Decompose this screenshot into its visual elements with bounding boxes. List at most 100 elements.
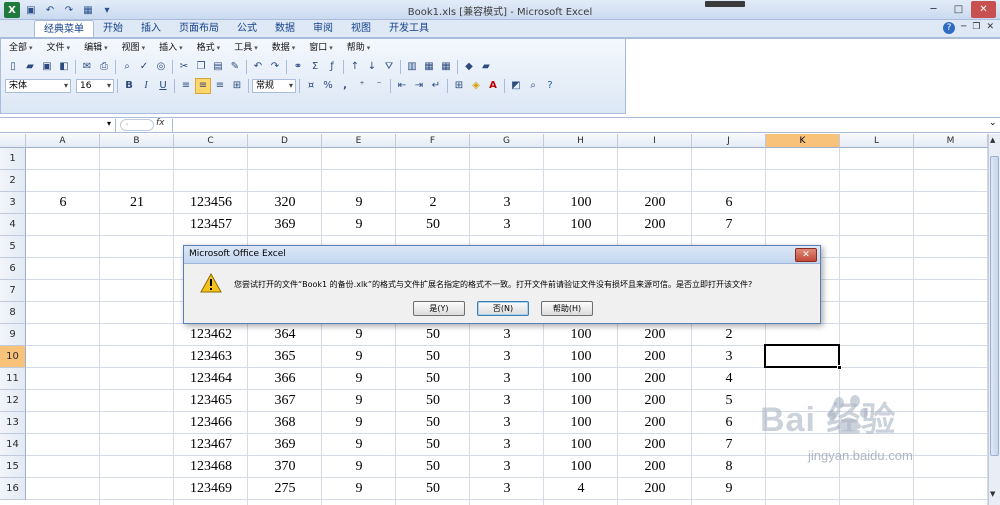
cell-g4[interactable]: 3 xyxy=(470,214,544,236)
row-header-4[interactable]: 4 xyxy=(0,214,26,236)
fill-handle[interactable] xyxy=(837,365,842,370)
cell-e10[interactable]: 9 xyxy=(322,346,396,368)
minimize-workbook-icon[interactable]: ─ xyxy=(961,22,966,34)
cell-f13[interactable]: 50 xyxy=(396,412,470,434)
cell-f9[interactable]: 50 xyxy=(396,324,470,346)
cell-f15[interactable]: 50 xyxy=(396,456,470,478)
chart-icon[interactable]: ▥ xyxy=(404,59,420,75)
row-header-1[interactable]: 1 xyxy=(0,148,26,170)
autosum-icon[interactable]: Σ xyxy=(307,59,323,75)
cell-i11[interactable]: 200 xyxy=(618,368,692,390)
cell-e16[interactable]: 9 xyxy=(322,478,396,500)
row-header-15[interactable]: 15 xyxy=(0,456,26,478)
cell-h11[interactable]: 100 xyxy=(544,368,618,390)
tab-developer[interactable]: 开发工具 xyxy=(380,20,438,37)
column-header-d[interactable]: D xyxy=(248,134,322,148)
customize-qat-icon[interactable]: ▾ xyxy=(99,2,115,18)
chevron-down-icon[interactable]: ▾ xyxy=(107,119,111,128)
cell-j9[interactable]: 2 xyxy=(692,324,766,346)
cell-h12[interactable]: 100 xyxy=(544,390,618,412)
menu-file[interactable]: 文件 ▾ xyxy=(43,42,75,55)
menu-edit[interactable]: 编辑 ▾ xyxy=(80,42,112,55)
row-header-2[interactable]: 2 xyxy=(0,170,26,192)
copy-icon[interactable]: ❐ xyxy=(193,59,209,75)
cell-f3[interactable]: 2 xyxy=(396,192,470,214)
spelling-icon[interactable]: ✓ xyxy=(136,59,152,75)
formula-bar-toggle[interactable]: ◦ xyxy=(120,119,154,131)
scroll-up-icon[interactable]: ▲ xyxy=(990,136,995,144)
cell-e9[interactable]: 9 xyxy=(322,324,396,346)
cell-c4[interactable]: 123457 xyxy=(174,214,248,236)
cell-d4[interactable]: 369 xyxy=(248,214,322,236)
cell-e4[interactable]: 9 xyxy=(322,214,396,236)
column-header-b[interactable]: B xyxy=(100,134,174,148)
align-left-icon[interactable]: ≡ xyxy=(178,78,194,94)
cell-h13[interactable]: 100 xyxy=(544,412,618,434)
minimize-icon[interactable]: ─ xyxy=(921,1,946,18)
cell-j12[interactable]: 5 xyxy=(692,390,766,412)
filter-icon[interactable]: ⛛ xyxy=(381,59,397,75)
vertical-scrollbar-thumb[interactable] xyxy=(990,156,999,456)
cell-c13[interactable]: 123466 xyxy=(174,412,248,434)
function-icon[interactable]: ƒ xyxy=(324,59,340,75)
row-header-13[interactable]: 13 xyxy=(0,412,26,434)
cell-i9[interactable]: 200 xyxy=(618,324,692,346)
cell-c3[interactable]: 123456 xyxy=(174,192,248,214)
undo-icon[interactable]: ↶ xyxy=(42,2,58,18)
font-name-select[interactable]: 宋体 xyxy=(5,78,71,93)
cell-h16[interactable]: 4 xyxy=(544,478,618,500)
column-header-e[interactable]: E xyxy=(322,134,396,148)
cell-h15[interactable]: 100 xyxy=(544,456,618,478)
research-icon[interactable]: ◎ xyxy=(153,59,169,75)
help-circle-icon[interactable]: ? xyxy=(542,78,558,94)
formula-input[interactable] xyxy=(172,119,986,132)
cell-f14[interactable]: 50 xyxy=(396,434,470,456)
cell-g15[interactable]: 3 xyxy=(470,456,544,478)
tab-page-layout[interactable]: 页面布局 xyxy=(170,20,228,37)
save-icon[interactable]: ▣ xyxy=(39,59,55,75)
email-icon[interactable]: ✉ xyxy=(79,59,95,75)
cell-f16[interactable]: 50 xyxy=(396,478,470,500)
cell-j4[interactable]: 7 xyxy=(692,214,766,236)
scroll-down-icon[interactable]: ▼ xyxy=(990,490,995,498)
menu-view[interactable]: 视图 ▾ xyxy=(118,42,150,55)
cell-c9[interactable]: 123462 xyxy=(174,324,248,346)
select-all-corner[interactable] xyxy=(0,134,26,148)
zoom-icon[interactable]: ⌕ xyxy=(525,78,541,94)
cell-g13[interactable]: 3 xyxy=(470,412,544,434)
folder-icon[interactable]: ▰ xyxy=(478,59,494,75)
save-icon[interactable]: ▣ xyxy=(23,2,39,18)
cell-h14[interactable]: 100 xyxy=(544,434,618,456)
expand-formula-bar-icon[interactable]: ⌄ xyxy=(989,118,997,128)
dialog-title-bar[interactable]: Microsoft Office Excel ✕ xyxy=(184,246,820,264)
fill-color-icon[interactable]: ◈ xyxy=(468,78,484,94)
excel-logo-icon[interactable]: X xyxy=(4,2,20,18)
row-header-3[interactable]: 3 xyxy=(0,192,26,214)
tab-classic-menu[interactable]: 经典菜单 xyxy=(34,20,94,37)
cell-e15[interactable]: 9 xyxy=(322,456,396,478)
row-header-14[interactable]: 14 xyxy=(0,434,26,456)
menu-data[interactable]: 数据 ▾ xyxy=(268,42,300,55)
align-right-icon[interactable]: ≡ xyxy=(212,78,228,94)
menu-insert[interactable]: 插入 ▾ xyxy=(155,42,187,55)
cell-f4[interactable]: 50 xyxy=(396,214,470,236)
align-center-icon[interactable]: ≡ xyxy=(195,77,211,94)
cell-i10[interactable]: 200 xyxy=(618,346,692,368)
cell-i3[interactable]: 200 xyxy=(618,192,692,214)
cell-a3[interactable]: 6 xyxy=(26,192,100,214)
format-painter-icon[interactable]: ✎ xyxy=(227,59,243,75)
cell-e12[interactable]: 9 xyxy=(322,390,396,412)
cell-i13[interactable]: 200 xyxy=(618,412,692,434)
decrease-decimal-icon[interactable]: ⁻ xyxy=(371,78,387,94)
cell-e3[interactable]: 9 xyxy=(322,192,396,214)
cell-e14[interactable]: 9 xyxy=(322,434,396,456)
sort-descending-icon[interactable]: ↓ xyxy=(364,59,380,75)
increase-indent-icon[interactable]: ⇥ xyxy=(411,78,427,94)
cell-j13[interactable]: 6 xyxy=(692,412,766,434)
borders-icon[interactable]: ⊞ xyxy=(451,78,467,94)
column-header-l[interactable]: L xyxy=(840,134,914,148)
cell-e13[interactable]: 9 xyxy=(322,412,396,434)
cell-d10[interactable]: 365 xyxy=(248,346,322,368)
name-box[interactable]: ▾ xyxy=(0,119,116,132)
cell-h4[interactable]: 100 xyxy=(544,214,618,236)
